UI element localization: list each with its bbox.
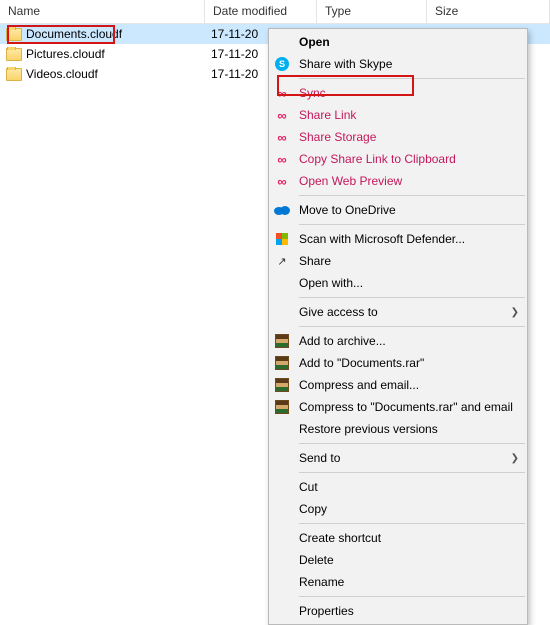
folder-icon	[6, 48, 22, 61]
menu-properties[interactable]: Properties	[269, 600, 527, 622]
infinity-icon: ∞	[273, 150, 291, 168]
share-icon	[273, 252, 291, 270]
file-name: Documents.cloudf	[26, 27, 122, 41]
folder-icon	[6, 28, 22, 41]
onedrive-icon	[273, 201, 291, 219]
blank-icon	[273, 602, 291, 620]
menu-share-with-skype[interactable]: Share with Skype	[269, 53, 527, 75]
blank-icon	[273, 529, 291, 547]
menu-delete[interactable]: Delete	[269, 549, 527, 571]
menu-share[interactable]: Share	[269, 250, 527, 272]
infinity-icon: ∞	[273, 172, 291, 190]
submenu-arrow-icon: ❯	[511, 307, 519, 318]
infinity-icon: ∞	[273, 106, 291, 124]
file-name: Videos.cloudf	[26, 67, 98, 81]
submenu-arrow-icon: ❯	[511, 453, 519, 464]
blank-icon	[273, 449, 291, 467]
menu-open-with[interactable]: Open with...	[269, 272, 527, 294]
menu-share-storage[interactable]: ∞ Share Storage	[269, 126, 527, 148]
skype-icon	[273, 55, 291, 73]
infinity-icon: ∞	[273, 128, 291, 146]
menu-sync[interactable]: ∞ Sync	[269, 82, 527, 104]
menu-move-to-onedrive[interactable]: Move to OneDrive	[269, 199, 527, 221]
menu-copy[interactable]: Copy	[269, 498, 527, 520]
menu-restore-previous-versions[interactable]: Restore previous versions	[269, 418, 527, 440]
column-header-date-modified[interactable]: Date modified	[205, 0, 317, 23]
menu-share-link[interactable]: ∞ Share Link	[269, 104, 527, 126]
winrar-icon	[273, 332, 291, 350]
menu-scan-defender[interactable]: Scan with Microsoft Defender...	[269, 228, 527, 250]
separator	[299, 326, 525, 327]
menu-give-access-to[interactable]: Give access to ❯	[269, 301, 527, 323]
menu-copy-share-link[interactable]: ∞ Copy Share Link to Clipboard	[269, 148, 527, 170]
column-header-size[interactable]: Size	[427, 0, 550, 23]
blank-icon	[273, 573, 291, 591]
separator	[299, 224, 525, 225]
winrar-icon	[273, 376, 291, 394]
separator	[299, 195, 525, 196]
menu-create-shortcut[interactable]: Create shortcut	[269, 527, 527, 549]
menu-open-web-preview[interactable]: ∞ Open Web Preview	[269, 170, 527, 192]
winrar-icon	[273, 398, 291, 416]
blank-icon	[273, 33, 291, 51]
separator	[299, 297, 525, 298]
menu-send-to[interactable]: Send to ❯	[269, 447, 527, 469]
menu-rename[interactable]: Rename	[269, 571, 527, 593]
winrar-icon	[273, 354, 291, 372]
folder-icon	[6, 68, 22, 81]
column-header-type[interactable]: Type	[317, 0, 427, 23]
context-menu: Open Share with Skype ∞ Sync ∞ Share Lin…	[268, 28, 528, 625]
menu-open[interactable]: Open	[269, 31, 527, 53]
infinity-icon: ∞	[273, 84, 291, 102]
separator	[299, 596, 525, 597]
blank-icon	[273, 420, 291, 438]
defender-icon	[273, 230, 291, 248]
separator	[299, 78, 525, 79]
menu-compress-to-documents-rar-and-email[interactable]: Compress to "Documents.rar" and email	[269, 396, 527, 418]
menu-add-to-documents-rar[interactable]: Add to "Documents.rar"	[269, 352, 527, 374]
file-name: Pictures.cloudf	[26, 47, 105, 61]
menu-add-to-archive[interactable]: Add to archive...	[269, 330, 527, 352]
file-list-header: Name Date modified Type Size	[0, 0, 550, 24]
blank-icon	[273, 303, 291, 321]
column-header-name[interactable]: Name	[0, 0, 205, 23]
menu-compress-and-email[interactable]: Compress and email...	[269, 374, 527, 396]
menu-cut[interactable]: Cut	[269, 476, 527, 498]
blank-icon	[273, 500, 291, 518]
separator	[299, 523, 525, 524]
blank-icon	[273, 551, 291, 569]
blank-icon	[273, 478, 291, 496]
separator	[299, 472, 525, 473]
blank-icon	[273, 274, 291, 292]
separator	[299, 443, 525, 444]
